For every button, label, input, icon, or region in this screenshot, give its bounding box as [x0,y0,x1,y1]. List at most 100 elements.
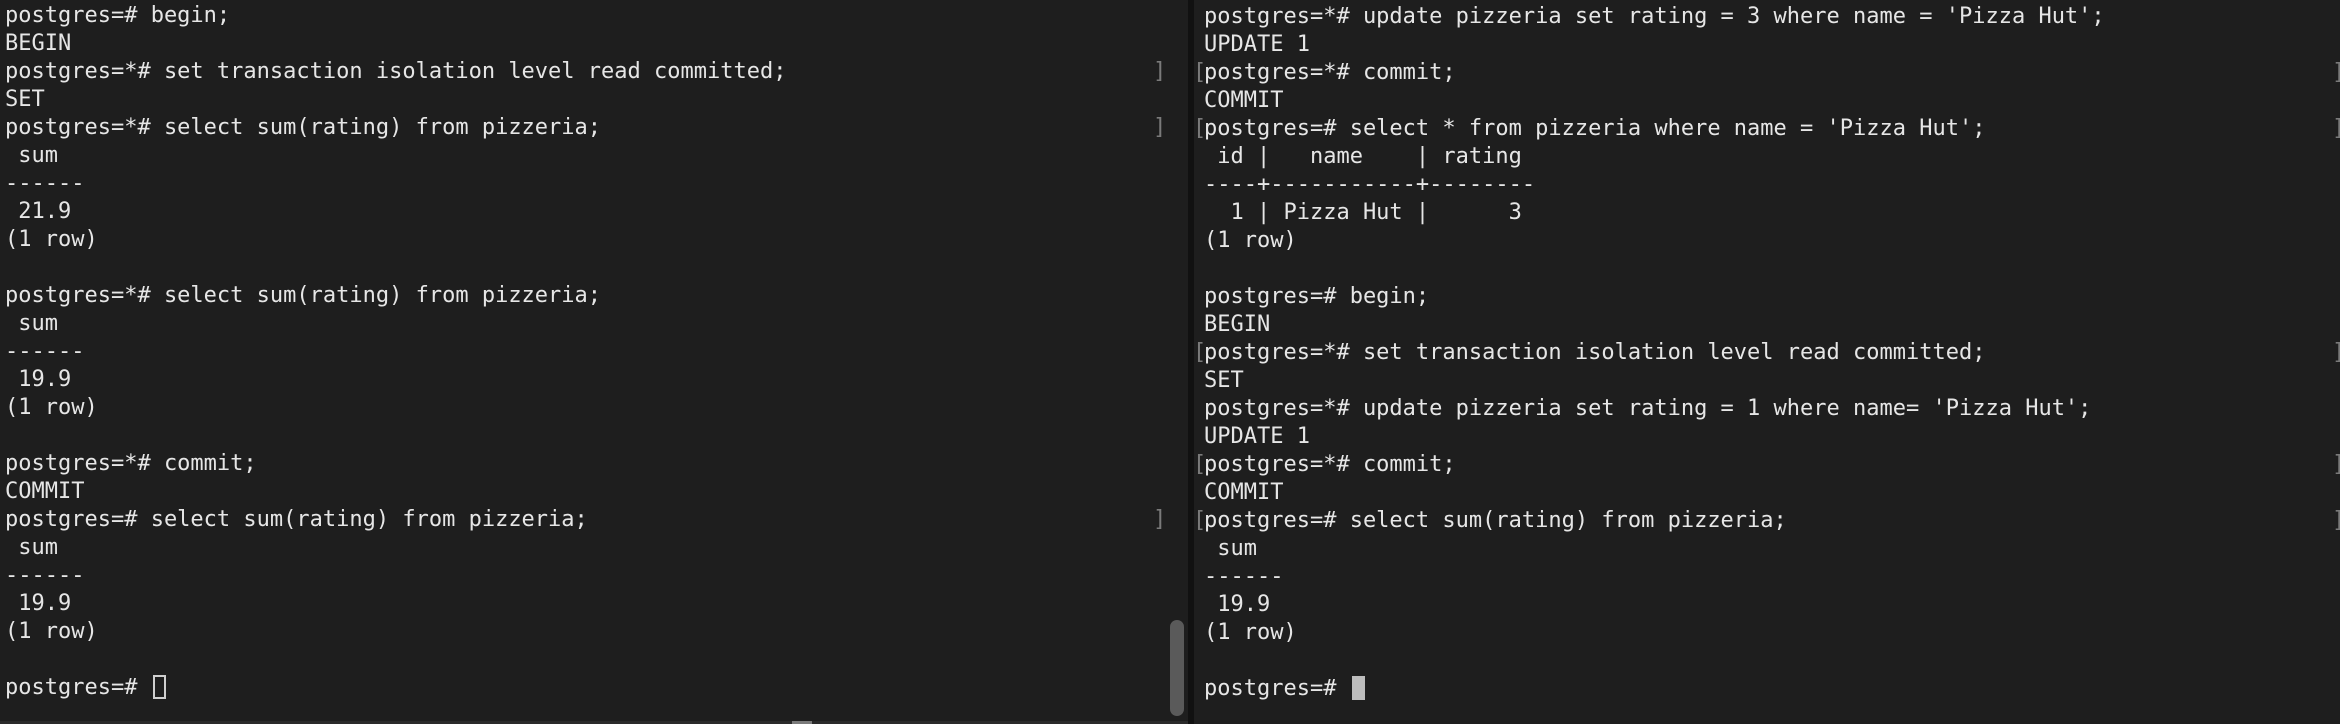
terminal-line-text: 19.9 [5,591,72,616]
right-terminal-pane[interactable]: SET postgres=*# update pizzeria set ratin… [1194,0,2340,724]
prompt-line[interactable]: postgres=# [5,674,786,702]
terminal-line: ----+-----------+-------- [1204,171,2105,199]
terminal-line: [postgres=# select sum(rating) from pizz… [1194,507,2340,535]
terminal-line-text: SET [5,87,45,112]
terminal-line: sum [5,310,786,338]
terminal-line-text: SET [1204,368,1244,393]
terminal-line: id | name | rating [1204,143,2105,171]
terminal-line: (1 row) [5,394,786,422]
terminal-line-text: postgres=*# select sum(rating) from pizz… [5,283,602,308]
line-mark-right: ] [2332,451,2340,479]
terminal-line: (1 row) [1204,227,2105,255]
terminal-line-text: ------ [5,563,85,588]
terminal-line: postgres=*# update pizzeria set rating =… [1204,395,2105,423]
terminal-line-text: (1 row) [1204,228,1297,253]
terminal-line: postgres=*# update pizzeria set rating =… [1204,3,2105,31]
left-terminal-pane[interactable]: postgres=# begin; BEGIN postgres=*# set tr… [0,0,1188,724]
terminal-line: postgres=# begin; [1204,283,2105,311]
line-mark-right: ] [2332,507,2340,535]
terminal-line: (1 row) [5,226,786,254]
terminal-line: UPDATE 1 [1204,31,2105,59]
terminal-line-text: (1 row) [5,395,98,420]
terminal-line: postgres=# select sum(rating) from pizze… [5,506,1166,534]
terminal-line-text: BEGIN [1204,312,1271,337]
line-mark-left: [ [1194,116,1207,141]
terminal-line-text: ------ [5,171,85,196]
terminal-line: 21.9 [5,198,786,226]
line-mark-left: [ [1194,452,1207,477]
terminal-line-text: id | name | rating [1204,144,1522,169]
terminal-line-text: 19.9 [5,367,72,392]
terminal-line: 19.9 [5,366,786,394]
terminal-line-text: 19.9 [1204,592,1271,617]
terminal-line-text: postgres=*# set transaction isolation le… [5,59,787,84]
right-terminal-output: SET postgres=*# update pizzeria set ratin… [1194,0,2340,703]
prompt-line[interactable]: postgres=# [1204,675,2105,703]
text-cursor[interactable] [152,675,166,699]
terminal-line-text: postgres=*# select sum(rating) from pizz… [5,115,602,140]
terminal-line-text: postgres=*# update pizzeria set rating =… [1204,396,2092,421]
terminal-line: (1 row) [5,618,786,646]
terminal-line-text: postgres=# select sum(rating) from pizze… [1204,508,1787,533]
terminal-line: 1 | Pizza Hut | 3 [1204,199,2105,227]
terminal-line: [postgres=*# set transaction isolation l… [1194,339,2340,367]
line-mark-right: ] [2332,59,2340,87]
terminal-line: postgres=*# commit; [5,450,786,478]
terminal-line: sum [5,534,786,562]
terminal-line: SET [5,86,786,114]
terminal-line-text: COMMIT [1204,88,1284,113]
prompt-text: postgres=# [5,675,151,700]
terminal-line: COMMIT [1204,479,2105,507]
terminal-line-text: 21.9 [5,199,72,224]
terminal-line-text: ----+-----------+-------- [1204,172,1536,197]
terminal-line-text: UPDATE 1 [1204,32,1310,57]
left-terminal-output: postgres=# begin; BEGIN postgres=*# set tr… [5,2,1166,702]
terminal-line-text: postgres=*# commit; [1204,452,1456,477]
terminal-line-text: postgres=# begin; [5,3,231,28]
terminal-line: [postgres=*# commit;] [1194,451,2340,479]
terminal-line: ------ [5,562,786,590]
terminal-line: postgres=*# select sum(rating) from pizz… [5,282,786,310]
terminal-line: BEGIN [5,30,786,58]
text-cursor[interactable] [1351,676,1365,700]
terminal-line: COMMIT [1204,87,2105,115]
line-mark-left: [ [1194,340,1207,365]
terminal-line-text: SET [1204,0,1244,1]
left-scrollbar-thumb[interactable] [1170,620,1184,716]
terminal-line-text: ------ [1204,564,1284,589]
terminal-line: [postgres=# select * from pizzeria where… [1194,115,2340,143]
terminal-line-text: COMMIT [1204,480,1284,505]
terminal-line-text: UPDATE 1 [1204,424,1310,449]
terminal-line: [postgres=*# commit;] [1194,59,2340,87]
terminal-line: sum [5,142,786,170]
terminal-line-text: sum [5,143,58,168]
terminal-line-text: postgres=*# set transaction isolation le… [1204,340,1986,365]
line-mark-left: [ [1194,508,1207,533]
terminal-line-text: sum [1204,536,1257,561]
terminal-line: ------ [1204,563,2105,591]
terminal-line: (1 row) [1204,619,2105,647]
terminal-line-text: (1 row) [5,619,98,644]
terminal-line-text: postgres=*# update pizzeria set rating =… [1204,4,2105,29]
terminal-line: BEGIN [1204,311,2105,339]
terminal-line: ------ [5,338,786,366]
terminal-line-text: (1 row) [1204,620,1297,645]
terminal-line-text: postgres=*# commit; [5,451,257,476]
terminal-line: sum [1204,535,2105,563]
terminal-line: postgres=# begin; [5,2,786,30]
left-scrollbar[interactable] [1164,0,1188,724]
terminal-line-text: sum [5,311,58,336]
terminal-line: 19.9 [5,590,786,618]
terminal-line-text: 1 | Pizza Hut | 3 [1204,200,1522,225]
terminal-line: 19.9 [1204,591,2105,619]
prompt-text: postgres=# [1204,676,1350,701]
terminal-line-text: postgres=# select * from pizzeria where … [1204,116,1986,141]
terminal-window: postgres=# begin; BEGIN postgres=*# set tr… [0,0,2340,724]
line-mark-right: ] [2332,115,2340,143]
terminal-line-text: ------ [5,339,85,364]
